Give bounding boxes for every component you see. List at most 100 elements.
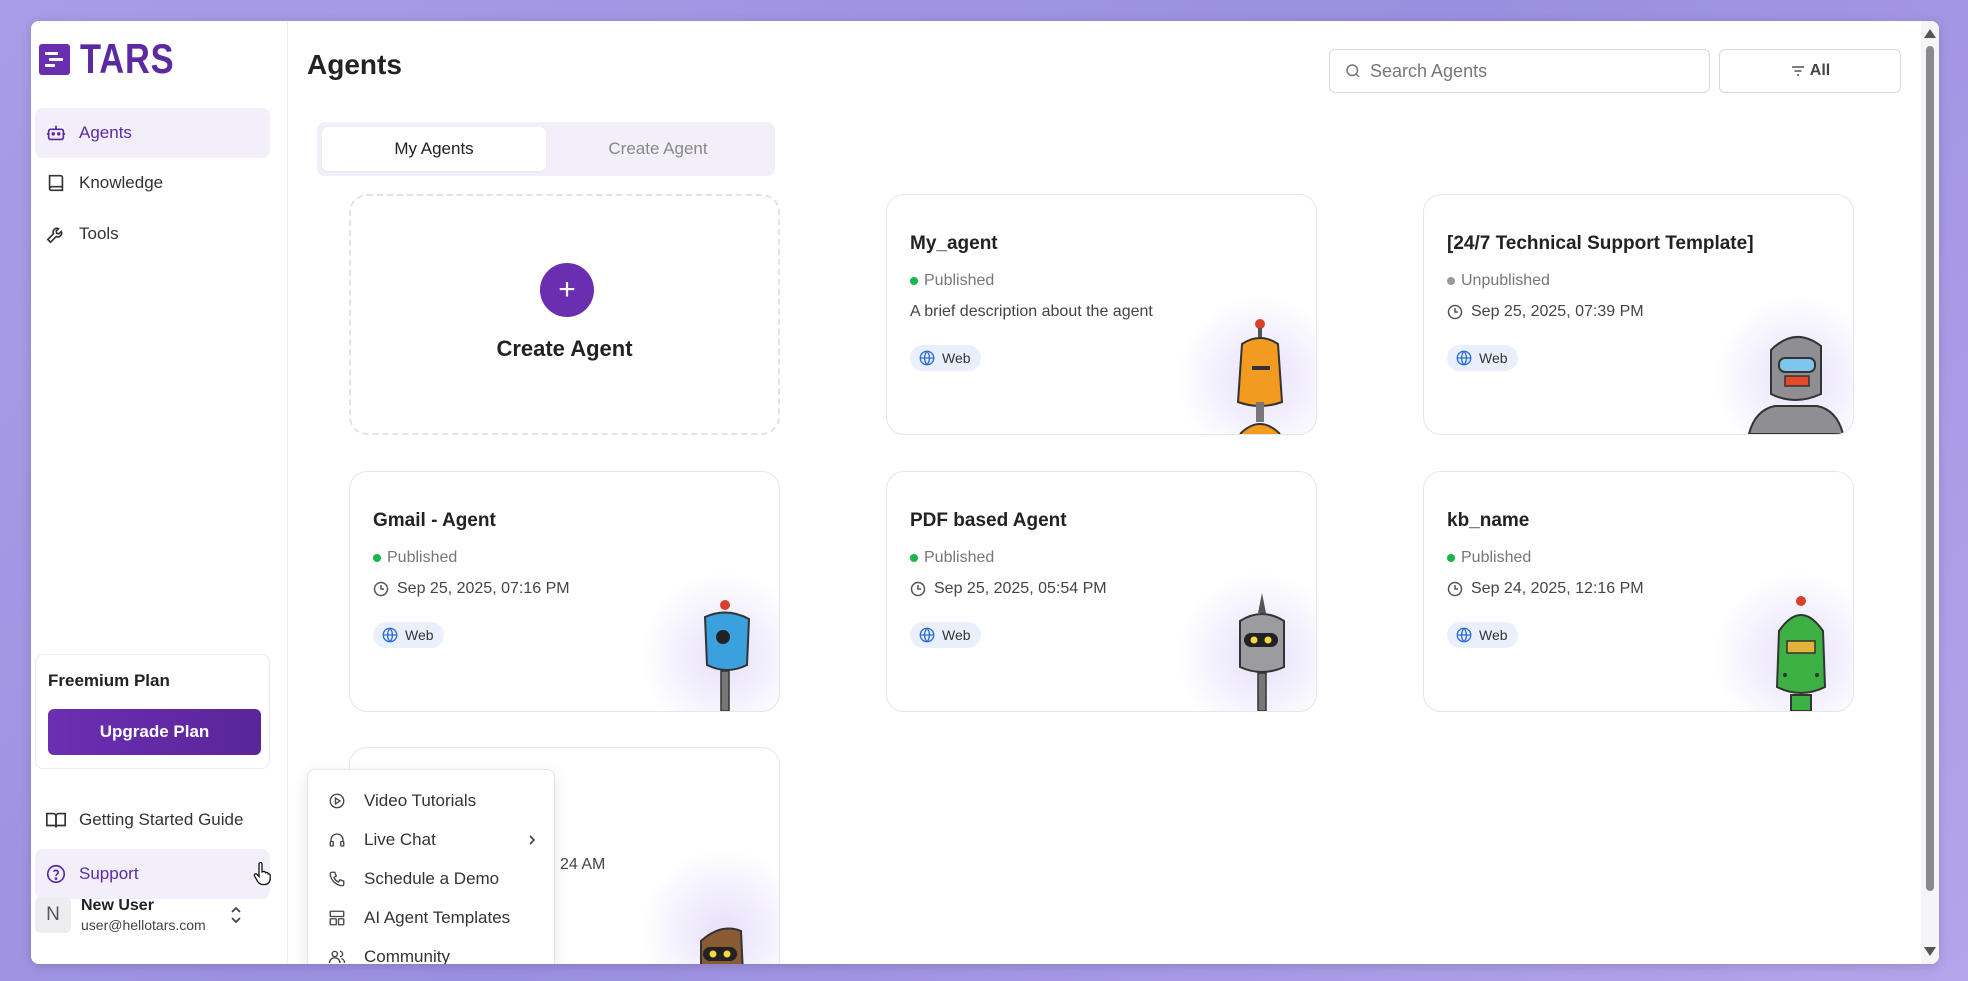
sidebar-item-getting-started[interactable]: Getting Started Guide — [35, 795, 270, 845]
user-info: New User user@hellotars.com — [81, 897, 206, 933]
channel-label: Web — [1479, 350, 1508, 366]
date-text: Sep 25, 2025, 05:54 PM — [934, 580, 1107, 597]
menu-item-schedule-demo[interactable]: Schedule a Demo — [328, 864, 548, 894]
search-icon — [1346, 64, 1360, 78]
agent-card[interactable]: kb_name Published Sep 24, 2025, 12:16 PM… — [1423, 471, 1854, 712]
book-icon — [48, 174, 64, 192]
globe-icon — [1456, 627, 1472, 643]
menu-item-label: Live Chat — [364, 830, 436, 849]
play-circle-icon — [329, 793, 345, 809]
globe-icon — [382, 627, 398, 643]
clock-icon — [1447, 304, 1463, 320]
agent-card[interactable]: [24/7 Technical Support Template] Unpubl… — [1423, 194, 1854, 435]
channel-label: Web — [1479, 627, 1508, 643]
status-text: Published — [924, 272, 995, 289]
user-email: user@hellotars.com — [81, 917, 206, 933]
agent-name: kb_name — [1447, 510, 1530, 531]
headset-icon — [329, 833, 345, 847]
channel-badge: Web — [1447, 622, 1518, 648]
plus-icon: + — [540, 263, 594, 317]
search-box[interactable] — [1329, 49, 1710, 93]
agent-card[interactable]: My_agent Published A brief description a… — [886, 194, 1317, 435]
date-text: 24 AM — [560, 856, 606, 873]
menu-item-ai-agent-templates[interactable]: AI Agent Templates — [328, 903, 548, 933]
phone-icon — [329, 871, 345, 887]
sidebar-item-label: Tools — [79, 224, 119, 243]
menu-item-community[interactable]: Community — [328, 942, 548, 964]
sidebar-item-agents[interactable]: Agents — [35, 108, 270, 158]
chevron-right-icon — [529, 835, 536, 845]
menu-item-video-tutorials[interactable]: Video Tutorials — [328, 786, 548, 816]
tab-my-agents[interactable]: My Agents — [322, 127, 546, 171]
channel-label: Web — [942, 627, 971, 643]
filter-label: All — [1809, 62, 1831, 79]
agent-date: Sep 25, 2025, 07:16 PM — [373, 580, 570, 598]
menu-item-label: AI Agent Templates — [364, 908, 511, 927]
plan-box: Freemium Plan Upgrade Plan — [35, 654, 270, 769]
status-dot — [1447, 554, 1455, 562]
hand-cursor-icon — [253, 862, 271, 886]
robot-avatar-icon — [1775, 596, 1827, 711]
tab-bar: My Agents Create Agent — [317, 122, 775, 176]
filter-button[interactable]: All — [1719, 49, 1901, 93]
scroll-down-arrow[interactable] — [1924, 947, 1936, 956]
status-dot — [910, 554, 918, 562]
scroll-thumb[interactable] — [1926, 46, 1934, 891]
create-agent-label: Create Agent — [496, 336, 633, 361]
status-badge: Unpublished — [1447, 272, 1550, 290]
agent-description: A brief description about the agent — [910, 303, 1153, 320]
agent-name: My_agent — [910, 233, 998, 254]
sidebar-item-tools[interactable]: Tools — [35, 209, 270, 259]
robot-avatar-icon — [1236, 319, 1284, 434]
status-badge: Published — [1447, 549, 1531, 567]
users-icon — [328, 950, 346, 964]
globe-icon — [1456, 350, 1472, 366]
menu-item-label: Community — [364, 947, 450, 964]
agent-card[interactable]: Gmail - Agent Published Sep 25, 2025, 07… — [349, 471, 780, 712]
status-badge: Published — [373, 549, 457, 567]
clock-icon — [910, 581, 926, 597]
agent-name: PDF based Agent — [910, 510, 1067, 531]
status-dot — [1447, 277, 1455, 285]
channel-label: Web — [942, 350, 971, 366]
status-text: Unpublished — [1461, 272, 1550, 289]
status-dot — [373, 554, 381, 562]
brand-name: TARS — [80, 35, 175, 82]
sidebar-item-label: Getting Started Guide — [79, 810, 244, 829]
agent-name: Gmail - Agent — [373, 510, 496, 531]
status-dot — [910, 277, 918, 285]
agent-name: [24/7 Technical Support Template] — [1447, 233, 1754, 254]
help-circle-icon — [46, 864, 66, 884]
user-menu[interactable]: N New User user@hellotars.com — [35, 890, 270, 940]
user-name: New User — [81, 897, 154, 914]
tab-create-agent[interactable]: Create Agent — [546, 127, 770, 171]
sidebar-item-label: Knowledge — [79, 173, 164, 192]
upgrade-plan-button[interactable]: Upgrade Plan — [48, 709, 261, 755]
menu-item-live-chat[interactable]: Live Chat — [328, 825, 548, 855]
app-window: TARS Agents Knowledge Tools Freemium Pla… — [31, 21, 1939, 964]
status-badge: Published — [910, 549, 994, 567]
menu-item-label: Schedule a Demo — [364, 869, 500, 888]
agent-date: Sep 25, 2025, 05:54 PM — [910, 580, 1107, 598]
scrollbar[interactable] — [1921, 21, 1939, 964]
create-agent-card[interactable]: + Create Agent — [349, 194, 780, 435]
date-text: Sep 25, 2025, 07:16 PM — [397, 580, 570, 597]
status-text: Published — [1461, 549, 1532, 566]
plan-title: Freemium Plan — [48, 671, 170, 690]
logo[interactable]: TARS — [39, 35, 195, 82]
robot-avatar-icon — [1239, 593, 1285, 711]
robot-avatar-icon — [1747, 336, 1845, 434]
wrench-icon — [46, 227, 63, 244]
scroll-up-arrow[interactable] — [1924, 29, 1936, 38]
sidebar: TARS Agents Knowledge Tools Freemium Pla… — [31, 21, 288, 964]
date-text: Sep 24, 2025, 12:16 PM — [1471, 580, 1644, 597]
search-input[interactable] — [1370, 60, 1700, 82]
agent-date: Sep 24, 2025, 12:16 PM — [1447, 580, 1644, 598]
open-book-icon — [46, 812, 66, 828]
status-text: Published — [924, 549, 995, 566]
sidebar-item-knowledge[interactable]: Knowledge — [35, 158, 270, 208]
page-title: Agents — [307, 49, 402, 80]
agent-card[interactable]: PDF based Agent Published Sep 25, 2025, … — [886, 471, 1317, 712]
globe-icon — [919, 350, 935, 366]
agent-date: 24 AM — [560, 856, 605, 874]
